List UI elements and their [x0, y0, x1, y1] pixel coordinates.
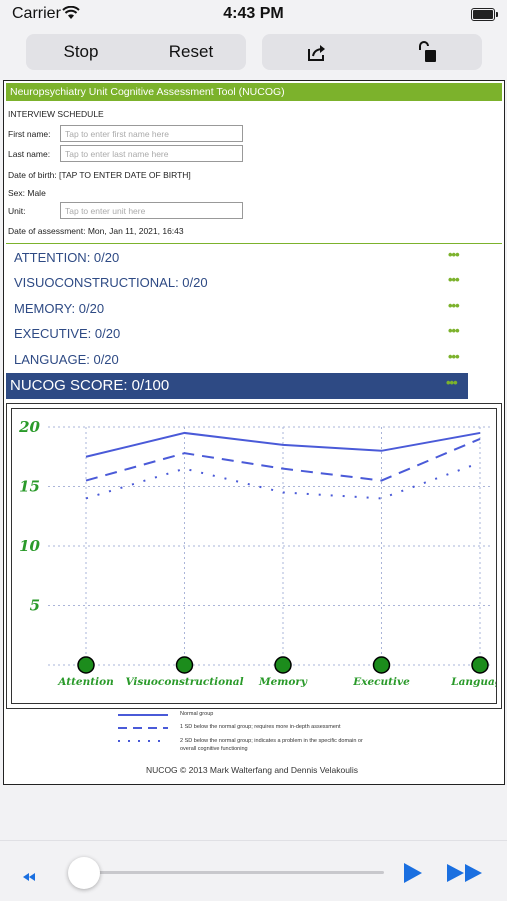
lock-button[interactable]	[372, 34, 482, 70]
legend-swatches	[118, 714, 168, 742]
copyright: NUCOG © 2013 Mark Walterfang and Dennis …	[146, 765, 358, 775]
patient-score-marker	[77, 656, 95, 674]
x-tick-label: Memory	[258, 676, 308, 688]
assessment-date: Date of assessment: Mon, Jan 11, 2021, 1…	[8, 226, 184, 236]
legend-2sd: 2 SD below the normal group; indicates a…	[180, 738, 363, 752]
nucog-score-bar[interactable]: NUCOG SCORE: 0/100 •••	[6, 373, 468, 399]
chart-frame: 20 15 10 5 Attention Visuoconstructional Memor…	[6, 403, 507, 709]
x-tick-label: Attention	[57, 676, 113, 688]
reset-button[interactable]: Reset	[136, 34, 246, 70]
last-name-label: Last name:	[8, 149, 51, 159]
more-icon[interactable]: •••	[446, 375, 458, 390]
more-icon[interactable]: •••	[448, 349, 460, 364]
y-tick-label: 20	[18, 418, 40, 436]
category-language[interactable]: LANGUAGE: 0/20	[14, 352, 119, 367]
chart-panel: 20 15 10 5 Attention Visuoconstructional Memor…	[11, 408, 507, 704]
toolbar-left-group: Stop Reset	[26, 34, 246, 70]
unlock-icon	[419, 41, 436, 62]
progress-track[interactable]	[84, 871, 384, 874]
category-attention[interactable]: ATTENTION: 0/20	[14, 250, 119, 265]
patient-score-marker	[274, 656, 292, 674]
nucog-profile-chart: 20 15 10 5 Attention Visuoconstructional Memor…	[18, 418, 507, 688]
toolbar-right-group	[262, 34, 482, 70]
category-executive[interactable]: EXECUTIVE: 0/20	[14, 326, 120, 341]
assessment-document: Neuropsychiatry Unit Cognitive Assessmen…	[3, 80, 507, 785]
stop-button[interactable]: Stop	[26, 34, 136, 70]
category-visuoconstructional[interactable]: VISUOCONSTRUCTIONAL: 0/20	[14, 275, 208, 290]
first-name-field[interactable]: Tap to enter first name here	[60, 125, 243, 142]
share-icon	[308, 45, 325, 61]
battery-icon	[471, 8, 498, 21]
progress-thumb[interactable]	[68, 857, 100, 889]
category-memory[interactable]: MEMORY: 0/20	[14, 301, 104, 316]
y-tick-label: 5	[30, 597, 40, 615]
more-icon[interactable]: •••	[448, 298, 460, 313]
status-bar: Carrier 4:43 PM	[0, 0, 507, 30]
document-title: Neuropsychiatry Unit Cognitive Assessmen…	[6, 83, 502, 101]
x-tick-label: Executive	[352, 676, 410, 688]
patient-score-marker	[175, 656, 194, 674]
x-tick-label: Language	[450, 676, 496, 688]
unit-field[interactable]: Tap to enter unit here	[60, 202, 243, 219]
patient-score-marker	[372, 656, 391, 674]
y-tick-label: 15	[19, 478, 40, 496]
media-controls	[0, 840, 507, 901]
patient-score-marker	[471, 656, 489, 674]
more-icon[interactable]: •••	[448, 272, 460, 287]
more-icon[interactable]: •••	[448, 247, 460, 262]
rewind-icon[interactable]	[22, 873, 36, 881]
more-icon[interactable]: •••	[448, 323, 460, 338]
interview-form: INTERVIEW SCHEDULE First name: Tap to en…	[6, 101, 502, 244]
last-name-field[interactable]: Tap to enter last name here	[60, 145, 243, 162]
first-name-label: First name:	[8, 129, 51, 139]
legend-normal: Normal group	[180, 711, 214, 717]
date-of-birth-field[interactable]: Date of birth: [TAP TO ENTER DATE OF BIR…	[8, 170, 191, 180]
share-button[interactable]	[262, 34, 372, 70]
fast-forward-icon[interactable]	[446, 863, 484, 883]
unit-label: Unit:	[8, 206, 26, 216]
play-icon[interactable]	[402, 861, 424, 885]
y-tick-label: 10	[19, 537, 40, 555]
section-label: INTERVIEW SCHEDULE	[8, 109, 104, 119]
x-tick-label: Visuoconstructional	[125, 676, 243, 688]
clock: 4:43 PM	[223, 5, 284, 22]
toolbar: Stop Reset	[0, 34, 507, 72]
sex-label[interactable]: Sex: Male	[8, 188, 46, 198]
nucog-score: NUCOG SCORE: 0/100	[10, 377, 170, 394]
legend-1sd: 1 SD below the normal group; requires mo…	[180, 724, 341, 730]
